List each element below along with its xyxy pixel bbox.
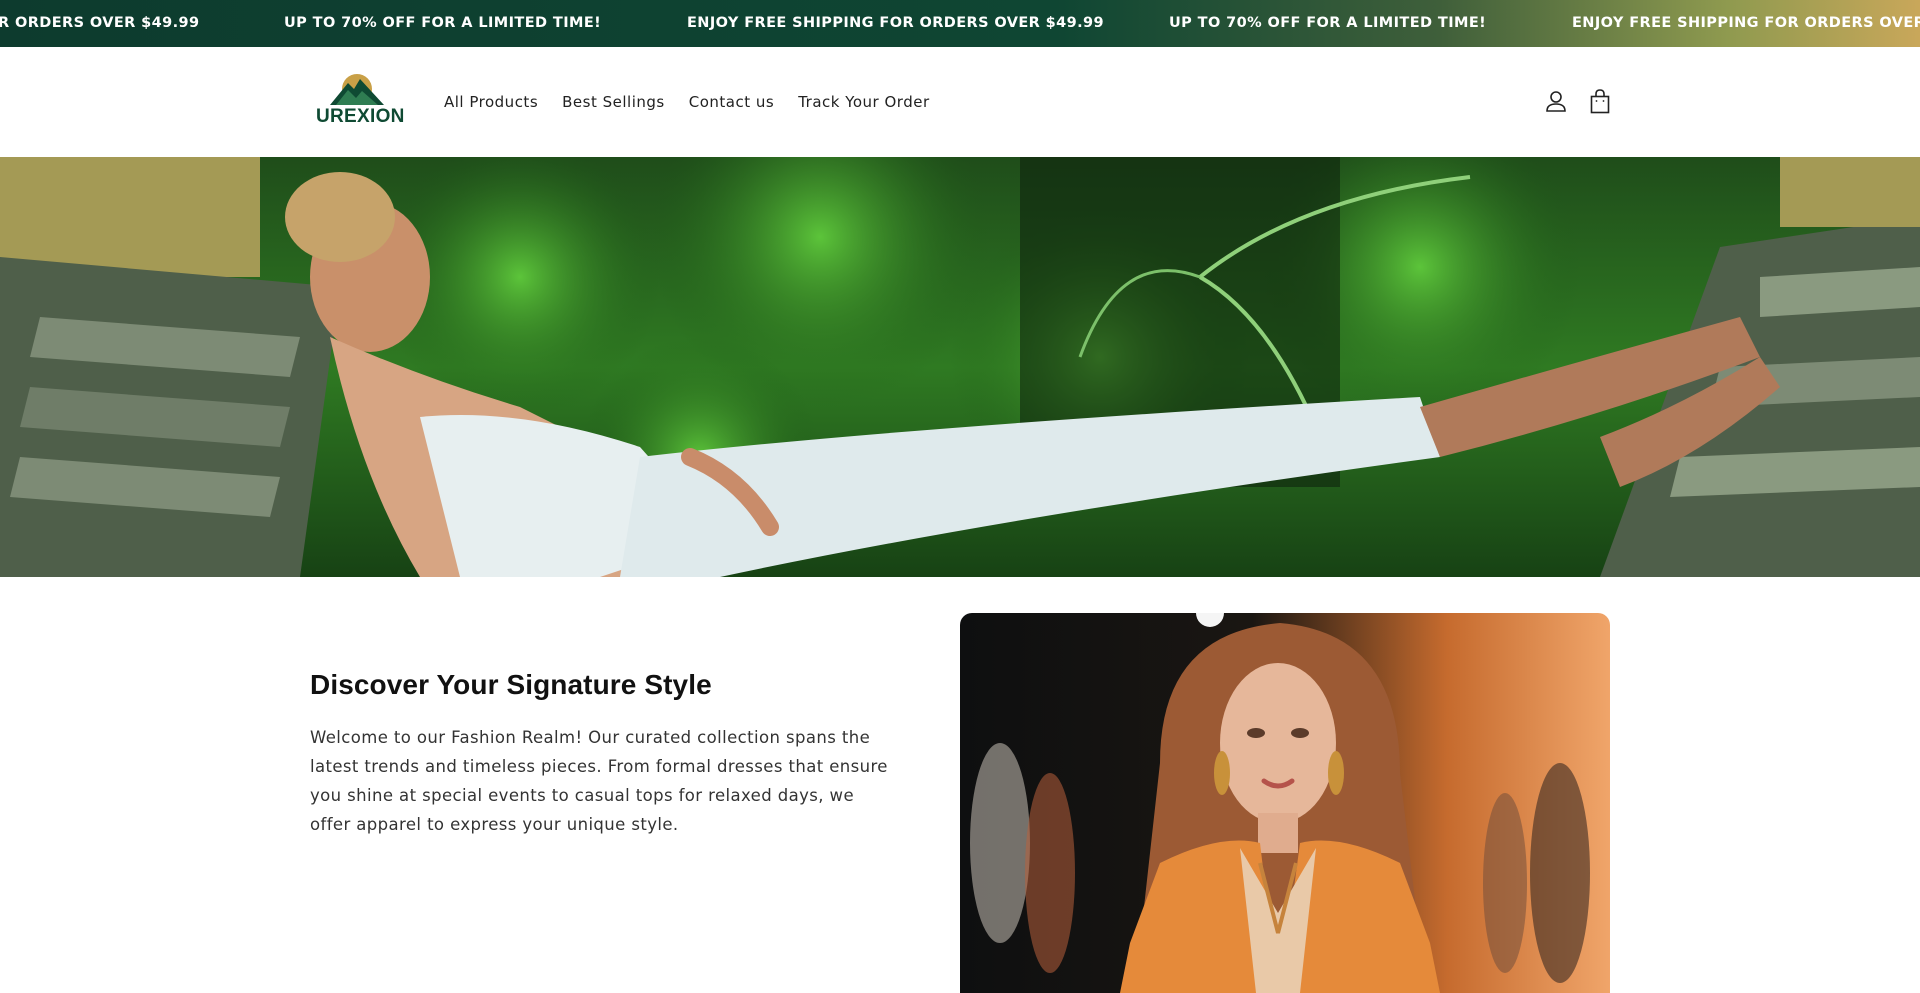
announcement-message: UP TO 70% OFF FOR A LIMITED TIME!: [284, 15, 602, 31]
announcement-message: UP TO 70% OFF FOR A LIMITED TIME!: [1169, 15, 1487, 31]
brand-logo[interactable]: UREXION: [312, 69, 405, 131]
main-nav: All Products Best Sellings Contact us Tr…: [444, 93, 954, 111]
section-description: Welcome to our Fashion Realm! Our curate…: [310, 728, 888, 834]
cart-icon[interactable]: [1588, 89, 1612, 115]
nav-track-order[interactable]: Track Your Order: [798, 93, 929, 111]
announcement-message: ENJOY FREE SHIPPING FOR ORDERS OVER $4: [1572, 15, 1920, 31]
hero-banner-image: [0, 157, 1920, 577]
section-title: Discover Your Signature Style: [310, 669, 712, 700]
announcement-message: ENJOY FREE SHIPPING FOR ORDERS OVER $49.…: [687, 15, 1104, 31]
nav-contact-us[interactable]: Contact us: [689, 93, 774, 111]
nav-best-sellings[interactable]: Best Sellings: [562, 93, 665, 111]
announcement-bar: R ORDERS OVER $49.99 UP TO 70% OFF FOR A…: [0, 0, 1920, 47]
brand-wordmark: UREXION: [316, 106, 405, 127]
account-icon[interactable]: [1544, 89, 1568, 115]
mountain-logo-icon: [330, 74, 384, 105]
site-header: UREXION All Products Best Sellings Conta…: [0, 47, 1920, 157]
announcement-message: R ORDERS OVER $49.99: [0, 15, 200, 31]
nav-all-products[interactable]: All Products: [444, 93, 538, 111]
fashion-model-image: [960, 613, 1610, 993]
